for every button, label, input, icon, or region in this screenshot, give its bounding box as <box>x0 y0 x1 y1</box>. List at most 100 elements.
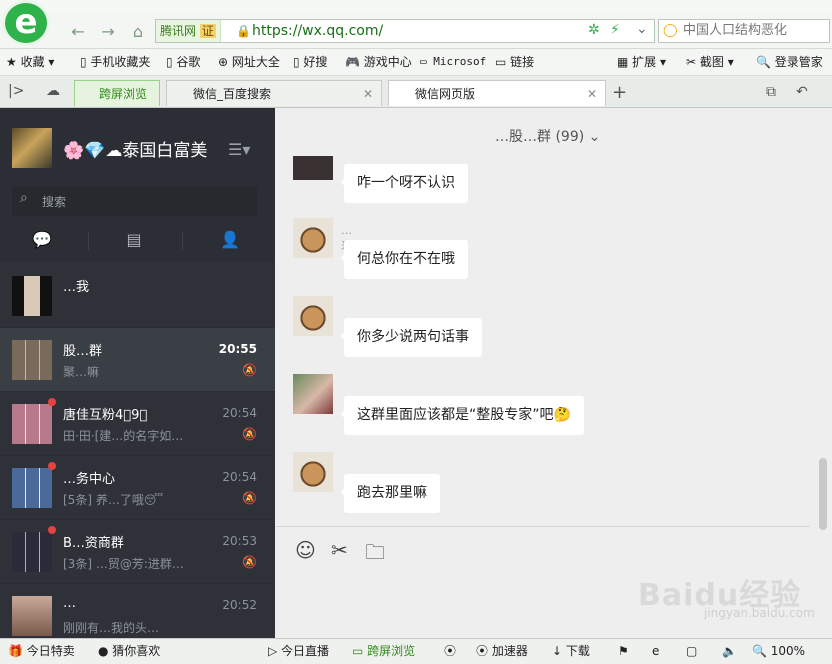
chat-name: …我 <box>63 280 90 295</box>
tab-cross-screen[interactable]: 跨屏浏览 <box>74 80 160 106</box>
chat-list-item[interactable]: 股…群 聚…嘛 20:55 🔕 <box>0 328 275 392</box>
menu-icon[interactable]: ☰▾ <box>228 140 250 159</box>
flag-icon[interactable]: ⚑ <box>618 642 629 660</box>
sender-avatar[interactable] <box>293 296 333 336</box>
divider <box>88 232 89 250</box>
chat-preview: 聚…嘛 <box>63 365 100 379</box>
forward-icon[interactable]: → <box>96 21 120 43</box>
my-avatar[interactable] <box>12 128 52 168</box>
scrollbar[interactable] <box>819 458 827 530</box>
unread-dot <box>48 462 56 470</box>
watermark-url: jingyan.baidu.com <box>704 606 815 620</box>
sender-avatar[interactable] <box>293 452 333 492</box>
extensions-button[interactable]: ▦ 扩展 ▾ <box>617 53 666 71</box>
window-icon[interactable]: ▢ <box>686 642 697 660</box>
folder-icon[interactable]: 🗀 <box>365 538 385 572</box>
conversation-panel: …股…群 (99) ⌄ 咋一个呀不认识 …来 何总你在不在哦 你多少说两句话事 … <box>275 108 832 638</box>
sender-avatar[interactable] <box>293 374 333 414</box>
dropdown-icon[interactable]: ⌄ <box>636 21 648 37</box>
chat-name: 唐佳互粉4⃣9⃣ <box>63 408 148 423</box>
chat-list-item[interactable]: …务中心 [5条] 养…了哦😴 20:54 🔕 <box>0 456 275 520</box>
chat-time: 20:55 <box>218 342 257 356</box>
site-label: 腾讯网 证 <box>156 20 221 42</box>
my-name: 🌸💎☁泰国白富美 <box>63 141 208 161</box>
bookmark-links[interactable]: ▭ 链接 <box>495 53 534 71</box>
mute-icon: 🔕 <box>242 427 257 441</box>
conversation-title[interactable]: …股…群 (99) ⌄ <box>495 126 600 146</box>
message-bubble[interactable]: 咋一个呀不认识 <box>341 164 468 203</box>
bookmark-haosou[interactable]: ▯ 好搜 <box>293 53 327 71</box>
chat-avatar <box>12 340 52 380</box>
message-bubble[interactable]: 何总你在不在哦 <box>341 240 468 279</box>
status-you-may-like[interactable]: ● 猜你喜欢 <box>98 642 160 660</box>
divider <box>275 526 810 527</box>
new-tab-icon[interactable]: + <box>612 82 627 103</box>
chat-name: …务中心 <box>63 472 116 487</box>
speed-icon[interactable]: ⚡ <box>610 22 620 38</box>
chat-avatar <box>12 404 52 444</box>
screenshot-button[interactable]: ✂ 截图 ▾ <box>686 53 734 71</box>
chat-name: 股…群 <box>63 344 103 359</box>
chat-preview: [3条] …贸@芳:进群… <box>63 557 184 571</box>
articles-tab-icon[interactable]: ▤ <box>120 228 148 252</box>
search-field[interactable]: ⌕ 搜索 <box>12 186 257 216</box>
chat-list-item[interactable]: 唐佳互粉4⃣9⃣ 田·田·[建…的名字如… 20:54 🔕 <box>0 392 275 456</box>
chevron-down-icon: ⌄ <box>588 129 601 145</box>
mute-icon: 🔕 <box>242 491 257 505</box>
bookmark-favorites[interactable]: ★ 收藏 ▾ <box>6 53 54 71</box>
status-live[interactable]: ▷ 今日直播 <box>268 642 329 660</box>
bookmark-games[interactable]: 🎮 游戏中心 <box>345 53 412 71</box>
search-input[interactable]: ◯ 中国人口结构恶化 <box>658 19 830 43</box>
chats-tab-icon[interactable]: 💬 <box>28 228 56 252</box>
url-text: https://wx.qq.com/ <box>252 23 384 39</box>
chat-avatar <box>12 596 52 636</box>
message-bubble[interactable]: 这群里面应该都是“整股专家”吧🤔 <box>341 396 584 435</box>
cloud-icon[interactable]: ☁ <box>46 83 60 99</box>
bookmark-microsoft[interactable]: ▭ Microsof <box>420 53 486 71</box>
mute-icon: 🔕 <box>242 363 257 377</box>
undo-close-icon[interactable]: ↶ <box>796 84 808 100</box>
status-icon[interactable]: ⦿ <box>444 642 456 660</box>
baidu-jingyan-watermark: Baidu经验 jingyan.baidu.com <box>638 570 815 620</box>
chat-avatar <box>12 468 52 508</box>
chat-avatar <box>12 276 52 316</box>
divider <box>182 232 183 250</box>
message-bubble[interactable]: 跑去那里嘛 <box>341 474 440 513</box>
chat-time: 20:52 <box>222 598 257 612</box>
status-accelerator[interactable]: ⦿ 加速器 <box>476 642 528 660</box>
bookmark-google[interactable]: ▯ 谷歌 <box>166 53 200 71</box>
status-download[interactable]: ↓ 下载 <box>552 642 590 660</box>
sender-avatar[interactable] <box>293 156 333 180</box>
chat-name: B…资商群 <box>63 536 124 551</box>
tab-baidu-search[interactable]: 微信_百度搜索 ✕ <box>166 80 382 106</box>
bookmark-hao[interactable]: ⊕ 网址大全 <box>218 53 280 71</box>
status-cross-screen[interactable]: ▭ 跨屏浏览 <box>352 642 415 660</box>
sender-avatar[interactable] <box>293 218 333 258</box>
search-engine-icon: ◯ <box>663 23 678 38</box>
volume-icon[interactable]: 🔈 <box>722 642 737 660</box>
browser-logo-icon: e <box>2 0 50 46</box>
contacts-tab-icon[interactable]: 👤 <box>216 228 244 252</box>
chat-list-item[interactable]: …我 <box>0 264 275 328</box>
url-input[interactable]: 腾讯网 证 🔒 https://wx.qq.com/ ✲ ⚡ ⌄ <box>155 19 655 43</box>
scissors-icon[interactable]: ✂ <box>331 538 348 562</box>
tab-list-icon[interactable]: ⧉ <box>766 84 776 100</box>
close-icon[interactable]: ✕ <box>587 81 597 107</box>
zoom-control[interactable]: 🔍 100% <box>752 642 805 660</box>
emoji-icon[interactable]: ☺ <box>295 538 316 562</box>
ie-icon[interactable]: e <box>652 642 659 660</box>
status-today-deals[interactable]: 🎁 今日特卖 <box>8 642 75 660</box>
chat-time: 20:54 <box>222 406 257 420</box>
back-icon[interactable]: ← <box>66 21 90 43</box>
search-icon: ⌕ <box>20 190 28 206</box>
tab-wechat-web[interactable]: 微信网页版 ✕ <box>388 80 606 106</box>
bookmark-mobile[interactable]: ▯ 手机收藏夹 <box>80 53 150 71</box>
home-icon[interactable]: ⌂ <box>126 21 150 43</box>
sidebar-toggle-icon[interactable]: |> <box>8 83 24 99</box>
security-icon[interactable]: ✲ <box>588 22 600 38</box>
chat-list-item[interactable]: B…资商群 [3条] …贸@芳:进群… 20:53 🔕 <box>0 520 275 584</box>
close-icon[interactable]: ✕ <box>363 81 373 107</box>
login-manager-button[interactable]: 🔍 登录管家 <box>756 53 823 71</box>
chat-list-item[interactable]: … 刚刚有…我的头… 20:52 <box>0 584 275 638</box>
message-bubble[interactable]: 你多少说两句话事 <box>341 318 482 357</box>
